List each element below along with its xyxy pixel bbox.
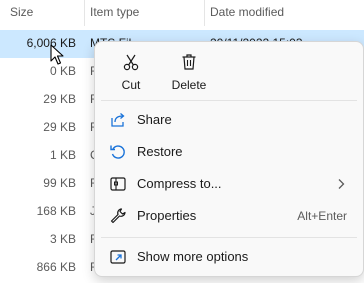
file-size: 99 KB bbox=[43, 176, 76, 190]
cut-label: Cut bbox=[121, 78, 141, 92]
properties-label: Properties bbox=[137, 208, 197, 223]
scissors-icon bbox=[123, 54, 139, 71]
column-header-size[interactable]: Size bbox=[10, 5, 33, 19]
menu-divider bbox=[101, 100, 357, 101]
properties-shortcut: Alt+Enter bbox=[297, 209, 347, 223]
column-header-item-type[interactable]: Item type bbox=[90, 5, 139, 19]
properties-menu-item[interactable]: Properties Alt+Enter bbox=[99, 201, 359, 231]
delete-button[interactable]: Delete bbox=[163, 48, 215, 94]
mouse-cursor-icon bbox=[50, 44, 64, 65]
external-window-icon bbox=[110, 250, 126, 264]
share-label: Share bbox=[137, 112, 172, 127]
file-size: 29 KB bbox=[43, 92, 76, 106]
compress-to-menu-item[interactable]: Compress to... bbox=[99, 169, 359, 199]
file-size: 168 KB bbox=[36, 204, 76, 218]
file-size: 29 KB bbox=[43, 120, 76, 134]
column-header-bar: Size Item type Date modified bbox=[0, 0, 364, 26]
show-more-options-label: Show more options bbox=[137, 249, 249, 264]
restore-menu-item[interactable]: Restore bbox=[99, 137, 359, 167]
restore-label: Restore bbox=[137, 144, 183, 159]
delete-label: Delete bbox=[171, 78, 207, 92]
context-menu: Cut Delete Share Restore Compress to... … bbox=[94, 41, 364, 277]
column-divider[interactable] bbox=[84, 0, 85, 26]
file-size: 0 KB bbox=[49, 64, 76, 78]
file-size: 866 KB bbox=[36, 260, 76, 274]
context-menu-quick-actions: Cut Delete bbox=[95, 42, 363, 98]
cut-button[interactable]: Cut bbox=[105, 48, 157, 94]
wrench-icon bbox=[110, 208, 126, 224]
menu-divider bbox=[101, 237, 357, 238]
show-more-options-menu-item[interactable]: Show more options bbox=[99, 242, 359, 272]
restore-icon bbox=[110, 145, 125, 159]
file-size: 1 KB bbox=[49, 148, 76, 162]
trash-icon bbox=[182, 54, 196, 70]
column-header-date-modified[interactable]: Date modified bbox=[210, 5, 284, 19]
share-icon bbox=[111, 113, 125, 127]
archive-icon bbox=[110, 177, 126, 191]
chevron-right-icon bbox=[338, 179, 345, 189]
share-menu-item[interactable]: Share bbox=[99, 105, 359, 135]
column-divider[interactable] bbox=[204, 0, 205, 26]
compress-to-label: Compress to... bbox=[137, 176, 222, 191]
file-size: 3 KB bbox=[49, 232, 76, 246]
